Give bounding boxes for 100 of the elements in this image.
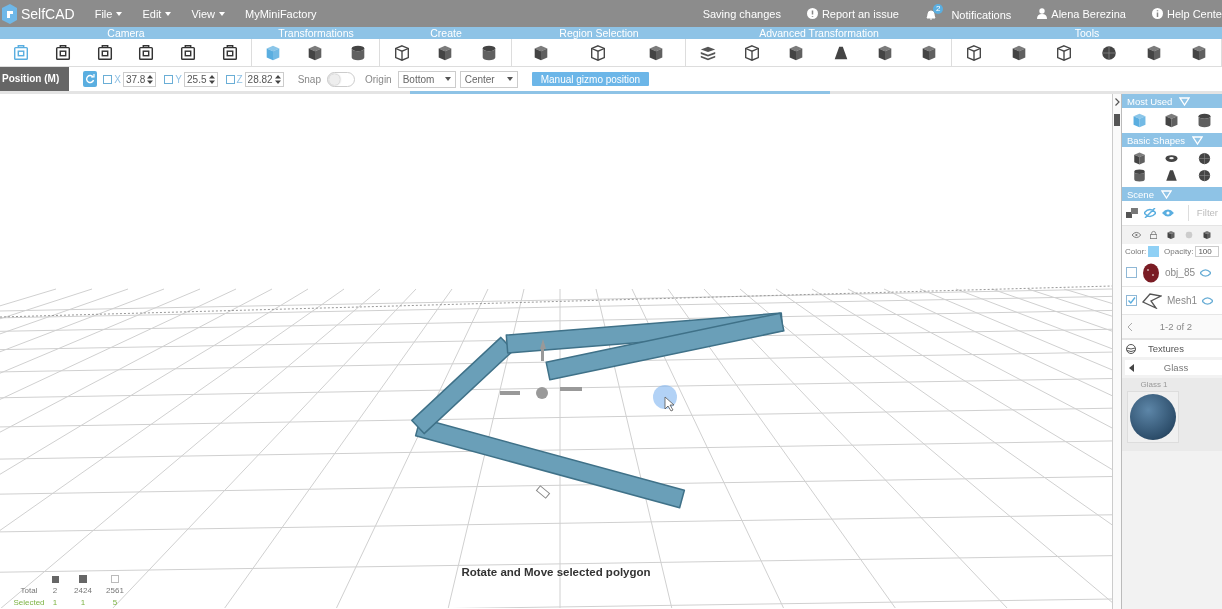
toolbar-group-label: Region Selection	[512, 27, 686, 39]
sphere-icon	[1126, 343, 1136, 354]
edge-icon	[79, 575, 87, 583]
snap-toggle[interactable]	[327, 71, 355, 87]
spinner-arrows-icon	[147, 74, 154, 84]
square-frame-icon	[11, 43, 30, 62]
cube-icon	[1131, 151, 1147, 166]
manual-gizmo-button[interactable]: Manual gizmo position	[531, 72, 650, 86]
stats-value: 2561	[106, 586, 124, 595]
stats-value: 1	[52, 598, 58, 607]
menu-item[interactable]: File	[94, 7, 123, 20]
pager-text: 1-2 of 2	[1159, 321, 1192, 332]
mode-label: Position (M)	[0, 67, 70, 91]
opacity-field[interactable]: 100	[1195, 246, 1219, 257]
cube-outline-icon	[1055, 43, 1074, 62]
user-icon	[1037, 8, 1048, 19]
scene-item-name: Mesh1	[1167, 295, 1197, 306]
caret-icon	[165, 11, 172, 16]
axis-label: X	[114, 73, 121, 85]
help-center-link[interactable]: Help Cente	[1151, 7, 1222, 20]
square-frame-icon	[137, 43, 156, 62]
toolbar-group-label: Camera	[0, 27, 252, 39]
vertex-icon	[111, 575, 119, 583]
scene-item-checkbox[interactable]	[1126, 267, 1137, 278]
stats-value: 5	[112, 598, 118, 607]
user-menu[interactable]: Alena Berezina	[1037, 7, 1126, 20]
texture-category-select[interactable]: Glass	[1125, 360, 1222, 375]
toolbar-group-label: Advanced Transformation	[686, 27, 952, 39]
lock-icon[interactable]	[1149, 230, 1157, 240]
cube-outline-icon	[392, 43, 411, 62]
texture-name: Glass 1	[1140, 380, 1168, 389]
stats-row-label: Total	[20, 586, 38, 595]
collapse-button[interactable]	[1114, 96, 1120, 108]
color-swatch[interactable]	[1148, 246, 1160, 257]
axis-value-field[interactable]: 28.82	[244, 71, 284, 87]
axis-checkbox[interactable]	[225, 74, 235, 84]
origin-select[interactable]: Bottom	[397, 70, 456, 88]
opacity-label: Opacity:	[1164, 247, 1194, 256]
origin-select[interactable]: Center	[459, 70, 518, 88]
square-frame-icon	[179, 43, 198, 62]
exclamation-icon	[806, 8, 818, 19]
scrollbar-thumb[interactable]	[1114, 114, 1120, 126]
stats-value: 1	[80, 598, 86, 607]
saving-status: Saving changes	[702, 7, 781, 20]
toolbar-group-label: Create	[380, 27, 512, 39]
cursor-icon	[653, 385, 677, 412]
stats-row-label: Selected	[13, 598, 45, 607]
axis-label: Y	[175, 73, 183, 85]
logo-icon	[0, 2, 18, 25]
caret-icon	[219, 11, 226, 16]
stats-value: 2424	[74, 586, 92, 595]
axis-checkbox[interactable]	[164, 74, 174, 84]
status-message: Rotate and Move selected polygon	[461, 566, 651, 578]
shape-button[interactable]	[1164, 168, 1180, 183]
toolbar-group-label: Transformations	[252, 27, 380, 39]
spinner-arrows-icon	[274, 74, 281, 84]
sphere-icon	[1197, 151, 1213, 166]
cube-outline-icon	[965, 43, 984, 62]
menu-item[interactable]: View	[191, 7, 226, 20]
shape-button[interactable]	[1197, 168, 1213, 183]
color-label: Color:	[1125, 247, 1147, 256]
origin-label: Origin	[365, 73, 392, 85]
cube-icon	[1166, 230, 1176, 240]
caret-icon	[444, 77, 451, 81]
cube-outline-icon	[743, 43, 762, 62]
notifications-link[interactable]: 2 Notifications	[924, 1, 1012, 26]
filter-field[interactable]: Filter	[1187, 205, 1218, 221]
textures-title: Textures	[1148, 343, 1184, 354]
snap-label: Snap	[297, 73, 321, 85]
object-thumbnail-icon	[1142, 262, 1160, 283]
axis-value-field[interactable]: 37.8	[122, 71, 157, 87]
scene-item-name: obj_85	[1165, 267, 1196, 278]
scene-item-checkbox[interactable]	[1126, 295, 1137, 306]
sphere-icon	[1099, 43, 1118, 62]
scene-item[interactable]: obj_85	[1122, 259, 1222, 287]
scene-item[interactable]: Mesh1	[1122, 287, 1222, 315]
spinner-arrows-icon	[208, 74, 215, 84]
menu-item[interactable]: Edit	[142, 7, 172, 20]
stats-value: 2	[52, 586, 58, 595]
texture-thumbnail[interactable]	[1127, 391, 1179, 443]
eye-icon[interactable]	[1132, 231, 1141, 239]
group-icon[interactable]	[1126, 208, 1138, 218]
caret-icon	[506, 77, 513, 81]
panel-title: Basic Shapes	[1127, 134, 1186, 146]
sphere-icon	[1197, 168, 1213, 183]
cube-outline-icon	[589, 43, 608, 62]
shape-button[interactable]	[1197, 151, 1213, 166]
axis-label: Z	[236, 73, 243, 85]
face-icon	[51, 575, 59, 583]
panel-title: Most Used	[1127, 95, 1173, 107]
toolbar-group-label: Tools	[952, 27, 1222, 39]
triangle-left-icon	[1129, 363, 1134, 372]
report-issue-link[interactable]: Report an issue	[806, 7, 899, 20]
axis-checkbox[interactable]	[103, 74, 113, 84]
shape-button[interactable]	[1131, 151, 1147, 166]
axis-value-field[interactable]: 25.5	[184, 71, 218, 87]
menu-item[interactable]: MyMiniFactory	[245, 7, 317, 20]
square-frame-icon	[95, 43, 114, 62]
chevron-right-icon	[1114, 98, 1120, 106]
notification-badge: 2	[932, 3, 944, 14]
